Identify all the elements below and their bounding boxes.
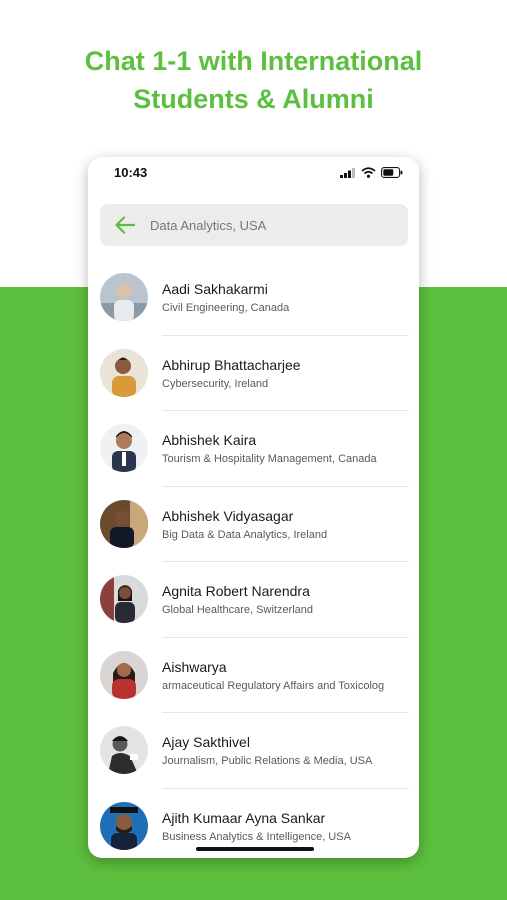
promo-headline: Chat 1-1 with International Students & A… bbox=[0, 42, 507, 118]
contact-program: Civil Engineering, Canada bbox=[162, 302, 290, 314]
avatar bbox=[100, 726, 148, 774]
headline-line-1: Chat 1-1 with International bbox=[84, 46, 423, 76]
avatar bbox=[100, 499, 148, 548]
arrow-left-icon[interactable] bbox=[114, 215, 136, 235]
contact-list: Aadi Sakhakarmi Civil Engineering, Canad… bbox=[88, 260, 419, 858]
avatar bbox=[100, 801, 148, 850]
contact-name: Abhishek Kaira bbox=[162, 432, 257, 448]
contact-row[interactable]: Abhishek Vidyasagar Big Data & Data Anal… bbox=[88, 487, 419, 562]
contact-program: armaceutical Regulatory Affairs and Toxi… bbox=[162, 679, 385, 692]
contact-name: Aadi Sakhakarmi bbox=[162, 281, 268, 297]
status-bar: 10:43 bbox=[88, 157, 419, 187]
contact-row[interactable]: Ajay Sakthivel Journalism, Public Relati… bbox=[88, 713, 419, 789]
contact-program: Business Analytics & Intelligence, USA bbox=[162, 830, 351, 843]
headline-line-2: Students & Alumni bbox=[133, 84, 374, 114]
phone-screen: 10:43 Data Analytics, USA Aadi Sakhakarm… bbox=[88, 157, 419, 858]
contact-program: Tourism & Hospitality Management, Canada bbox=[162, 453, 377, 465]
avatar bbox=[100, 575, 148, 623]
contact-row[interactable]: Abhishek Kaira Tourism & Hospitality Man… bbox=[88, 411, 419, 487]
contact-name: Abhishek Vidyasagar bbox=[162, 507, 294, 524]
contact-row[interactable]: Agnita Robert Narendra Global Healthcare… bbox=[88, 562, 419, 638]
status-icons bbox=[340, 167, 403, 178]
contact-row[interactable]: Aishwarya armaceutical Regulatory Affair… bbox=[88, 638, 419, 713]
contact-row[interactable]: Aadi Sakhakarmi Civil Engineering, Canad… bbox=[88, 260, 419, 336]
avatar bbox=[100, 424, 148, 472]
wifi-icon bbox=[361, 167, 376, 178]
contact-name: Abhirup Bhattacharjee bbox=[162, 356, 301, 373]
contact-name: Ajay Sakthivel bbox=[162, 734, 250, 750]
contact-program: Global Healthcare, Switzerland bbox=[162, 604, 314, 616]
contact-program: Cybersecurity, Ireland bbox=[162, 377, 269, 390]
home-indicator bbox=[196, 847, 314, 851]
avatar bbox=[100, 650, 148, 699]
signal-icon bbox=[340, 167, 355, 178]
contact-program: Journalism, Public Relations & Media, US… bbox=[162, 755, 373, 767]
status-time: 10:43 bbox=[114, 165, 148, 180]
search-bar bbox=[100, 204, 408, 246]
battery-icon bbox=[381, 167, 403, 178]
avatar bbox=[100, 348, 148, 397]
contact-name: Aishwarya bbox=[162, 658, 227, 675]
avatar bbox=[100, 273, 148, 321]
contact-name: Ajith Kumaar Ayna Sankar bbox=[162, 809, 326, 826]
contact-name: Agnita Robert Narendra bbox=[162, 583, 310, 599]
search-input[interactable] bbox=[150, 204, 395, 246]
contact-program: Big Data & Data Analytics, Ireland bbox=[162, 528, 328, 541]
contact-row[interactable]: Abhirup Bhattacharjee Cybersecurity, Ire… bbox=[88, 336, 419, 411]
